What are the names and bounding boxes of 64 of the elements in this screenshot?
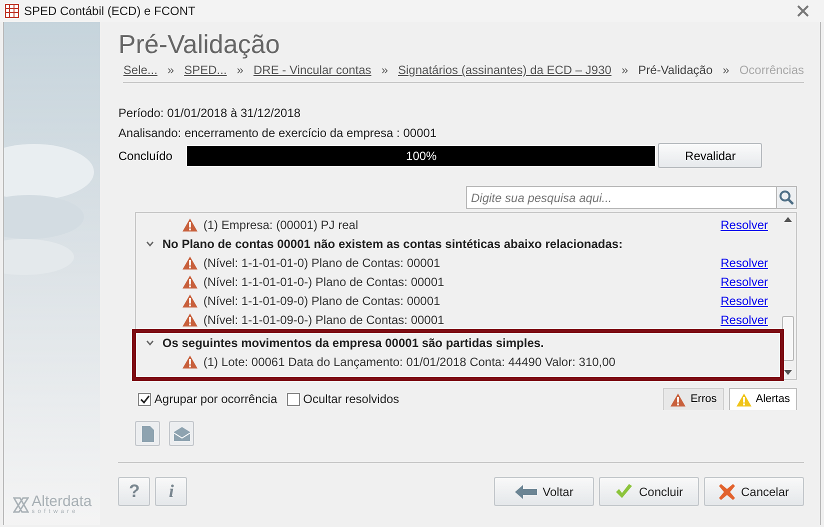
warning-icon bbox=[182, 256, 198, 270]
page-title: Pré-Validação bbox=[118, 28, 281, 60]
warning-icon bbox=[670, 392, 686, 406]
logo-mark-icon bbox=[12, 496, 29, 512]
warning-icon bbox=[182, 274, 198, 288]
search-icon bbox=[779, 190, 794, 205]
resolve-link[interactable]: Resolver bbox=[720, 254, 768, 272]
breadcrumb-item[interactable]: Signatários (assinantes) da ECD – J930 bbox=[398, 61, 612, 79]
scroll-down-arrow-icon[interactable] bbox=[784, 370, 792, 375]
left-arrow-icon bbox=[514, 484, 537, 498]
analyzing-text: Analisando: encerramento de exercício da empresa : 00001 bbox=[118, 125, 438, 142]
ok-button[interactable]: Concluir bbox=[599, 477, 699, 506]
breadcrumb-item[interactable]: Sele... bbox=[123, 61, 158, 79]
scroll-up-arrow-icon[interactable] bbox=[784, 217, 792, 222]
resolve-link[interactable]: Resolver bbox=[720, 310, 768, 328]
progress-reading: 100% bbox=[405, 148, 438, 164]
occurrence-text: (1) Empresa: (00001) PJ real bbox=[203, 216, 358, 234]
envelope-icon bbox=[174, 426, 190, 440]
breadcrumb-item: Ocorrências bbox=[739, 62, 804, 79]
check-icon bbox=[614, 484, 633, 500]
resolve-link[interactable]: Resolver bbox=[720, 216, 768, 234]
occurrence-text: (Nível: 1-1-01-01-0) Plano de Contas: 00001 bbox=[203, 254, 440, 272]
occurrence-text: (Nível: 1-1-01-09-0-) Plano de Contas: 00001 bbox=[203, 312, 444, 328]
close-icon bbox=[718, 484, 735, 500]
breadcrumb-item[interactable]: SPED... bbox=[184, 61, 227, 79]
back-button[interactable]: Voltar bbox=[494, 477, 594, 506]
occurrence-text: (Nível: 1-1-01-01-0-) Plano de Contas: 00001 bbox=[203, 274, 444, 290]
resolve-link[interactable]: Resolver bbox=[720, 272, 768, 290]
breadcrumb-separator: » bbox=[167, 62, 174, 79]
search-field[interactable]: Digite sua pesquisa aqui... bbox=[466, 186, 777, 209]
window-title: SPED Contábil (ECD) e FCONT bbox=[24, 3, 196, 20]
cancel-button[interactable]: Cancelar bbox=[704, 477, 804, 506]
collapse-caret-icon[interactable] bbox=[146, 240, 154, 246]
spreadsheet-icon bbox=[5, 4, 19, 18]
progress-label: Concluído bbox=[118, 148, 174, 164]
logo-name: Alterdata bbox=[32, 494, 92, 509]
checkbox-option[interactable]: Ocultar resolvidos bbox=[287, 390, 400, 408]
group-heading: Os seguintes movimentos da empresa 00001 são partidas simples. bbox=[162, 334, 544, 352]
close-icon[interactable] bbox=[797, 5, 809, 17]
document-icon bbox=[142, 426, 154, 442]
group-heading: No Plano de contas 00001 não existem as contas sintéticas abaixo relacionadas: bbox=[162, 236, 623, 252]
breadcrumb-item[interactable]: DRE - Vincular contas bbox=[253, 61, 372, 79]
search-button[interactable] bbox=[777, 186, 797, 209]
warning-icon bbox=[182, 218, 198, 232]
checkbox[interactable] bbox=[287, 392, 300, 406]
breadcrumb-separator: » bbox=[236, 62, 244, 79]
warning-icon bbox=[182, 354, 198, 368]
breadcrumb-item: Pré-Validação bbox=[638, 62, 713, 79]
collapse-caret-icon[interactable] bbox=[146, 340, 154, 346]
checkbox[interactable] bbox=[138, 392, 152, 406]
breadcrumb-separator: » bbox=[381, 62, 388, 79]
filter-tab[interactable]: Alertas bbox=[728, 388, 797, 410]
occurrence-text: (Nível: 1-1-01-09-0) Plano de Contas: 00001 bbox=[203, 292, 440, 310]
resolve-link[interactable]: Resolver bbox=[720, 292, 768, 310]
period-text: Período: 01/01/2018 à 31/12/2018 bbox=[118, 105, 302, 122]
filter-tab[interactable]: Erros bbox=[663, 388, 724, 410]
warning-icon bbox=[182, 312, 198, 326]
alert-icon bbox=[736, 392, 752, 406]
occurrence-text: (1) Lote: 00061 Data do Lançamento: 01/01/2018 Conta: 44490 Valor: 310,00 bbox=[203, 354, 616, 370]
warning-icon bbox=[182, 294, 198, 308]
breadcrumb-separator: » bbox=[722, 62, 730, 79]
breadcrumb-separator: » bbox=[621, 62, 628, 79]
revalidate-button[interactable]: Revalidar bbox=[658, 143, 762, 168]
checkbox-option[interactable]: Agrupar por ocorrência bbox=[138, 390, 278, 408]
